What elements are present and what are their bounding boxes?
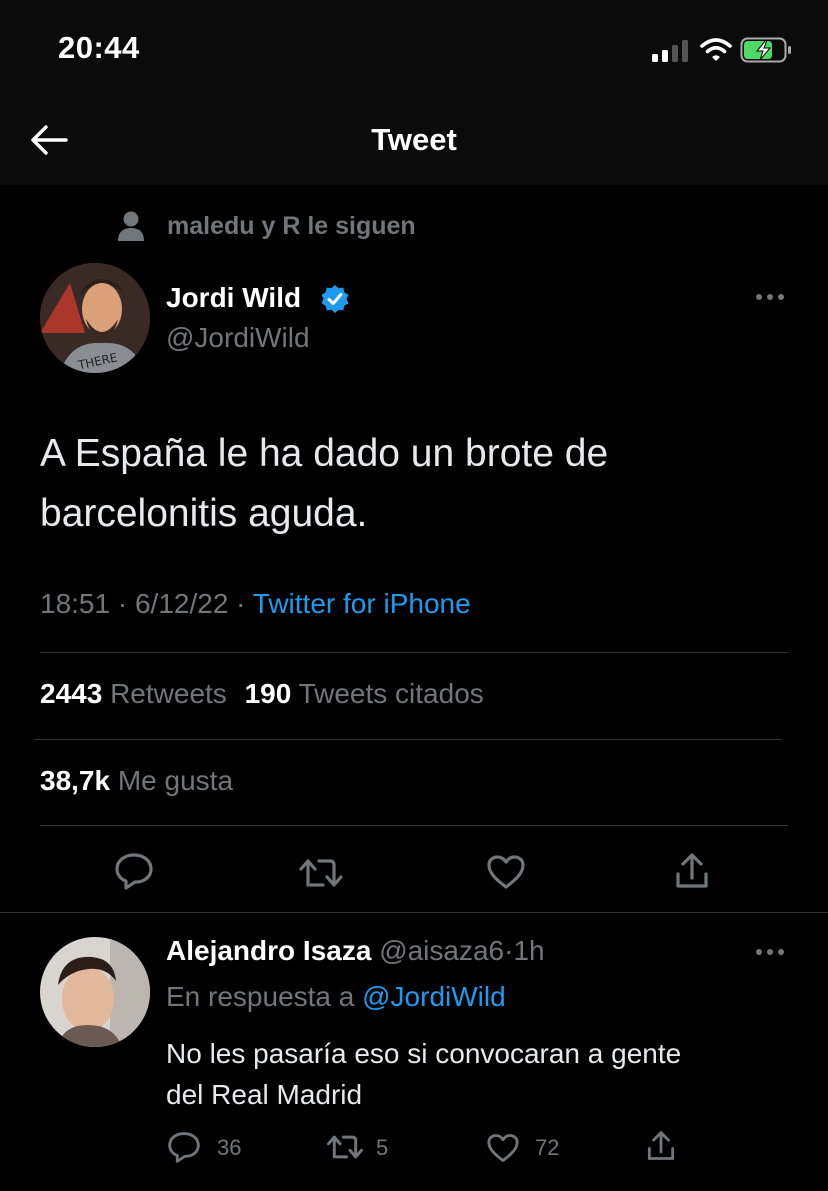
reply-icon[interactable] [114, 852, 154, 890]
tweet-date: 6/12/22 [134, 588, 229, 619]
wifi-icon [700, 37, 732, 63]
status-time: 20:44 [58, 30, 140, 65]
replying-to-link[interactable]: @JordiWild [362, 981, 506, 1012]
reply-author-handle[interactable]: @aisaza6 [379, 935, 504, 966]
tweet-source-link[interactable]: Twitter for iPhone [253, 588, 471, 619]
retweet-icon[interactable] [298, 856, 344, 890]
retweet-icon[interactable] [326, 1133, 364, 1161]
tweet-author-name[interactable]: Jordi Wild [166, 282, 301, 314]
likes-label: Me gusta [117, 765, 234, 796]
like-heart-icon[interactable] [486, 1133, 520, 1163]
tweet-time: 18:51 [40, 588, 111, 619]
separator-dot: · [236, 588, 246, 619]
retweets-label: Retweets [110, 678, 227, 709]
retweets-stat[interactable]: 2443 Retweets [40, 678, 235, 709]
quotes-count: 190 [244, 678, 292, 709]
likes-stat[interactable]: 38,7k Me gusta [40, 765, 233, 797]
divider [34, 739, 782, 740]
cellular-signal-icon [651, 39, 691, 63]
reply-header: Alejandro Isaza @aisaza6·1h [166, 935, 545, 967]
more-options-icon[interactable] [755, 293, 785, 301]
likes-count: 38,7k [40, 765, 111, 796]
like-count: 72 [535, 1135, 560, 1160]
author-avatar[interactable]: THERE [40, 263, 150, 373]
tweet-text: A España le ha dado un brote de barcelon… [40, 424, 608, 544]
share-icon[interactable] [646, 1129, 676, 1163]
engagement-stats-row: 2443 Retweets 190 Tweets citados [40, 678, 484, 710]
tweet-text-line: barcelonitis aguda. [40, 492, 368, 535]
battery-charging-icon [740, 37, 794, 63]
tweet-metadata: 18:51 · 6/12/22 · Twitter for iPhone [40, 588, 471, 620]
retweet-count: 5 [376, 1135, 389, 1160]
share-icon[interactable] [674, 852, 710, 890]
more-options-icon[interactable] [755, 948, 785, 956]
replying-to: En respuesta a @JordiWild [166, 981, 506, 1013]
like-heart-icon[interactable] [486, 854, 526, 890]
reply-icon[interactable] [167, 1131, 201, 1163]
person-icon [116, 210, 146, 242]
divider [40, 825, 788, 826]
page-title: Tweet [371, 122, 457, 157]
verified-badge-icon [320, 284, 350, 314]
reply-author-name[interactable]: Alejandro Isaza [166, 935, 371, 966]
reply-age: 1h [513, 935, 545, 966]
reply-author-avatar[interactable] [40, 937, 150, 1047]
retweets-count: 2443 [40, 678, 103, 709]
tweet-author-handle[interactable]: @JordiWild [166, 322, 310, 354]
separator-dot: · [117, 588, 128, 619]
reply-text-line: del Real Madrid [166, 1079, 363, 1110]
tweet-text-line: A España le ha dado un brote de [40, 432, 609, 475]
reply-count: 36 [217, 1135, 242, 1160]
divider [0, 912, 828, 913]
quotes-label: Tweets citados [298, 678, 484, 709]
replying-to-prefix: En respuesta a [166, 981, 355, 1012]
quotes-stat[interactable]: 190 Tweets citados [245, 678, 484, 709]
social-context-text[interactable]: maledu y R le siguen [167, 212, 416, 241]
divider [40, 652, 788, 653]
reply-text: No les pasaría eso si convocaran a gente… [166, 1033, 681, 1115]
reply-text-line: No les pasaría eso si convocaran a gente [166, 1038, 682, 1069]
